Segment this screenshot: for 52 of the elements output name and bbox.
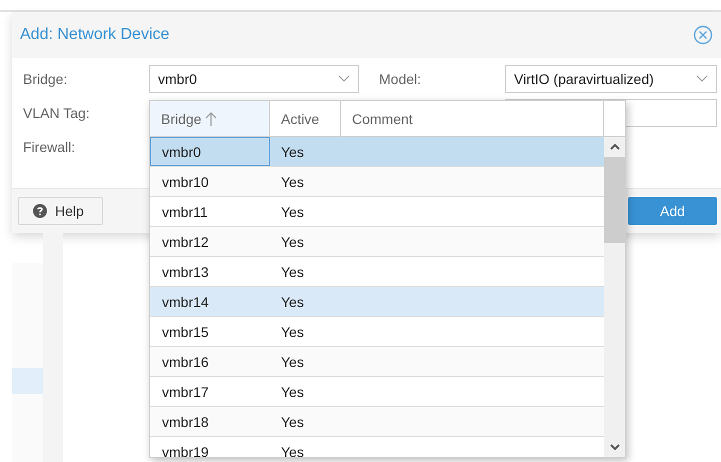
list-row[interactable]: vmbr12 Yes <box>150 227 604 257</box>
field-label: Model: <box>379 71 422 87</box>
field-label: Bridge: <box>23 71 68 87</box>
table-cell-text: vmbr15 <box>161 322 210 342</box>
close-icon[interactable] <box>693 25 713 45</box>
list-row[interactable]: vmbr11 Yes <box>150 197 604 227</box>
table-cell-text: Yes <box>280 144 304 160</box>
table-cell-text: Yes <box>280 264 304 280</box>
scroll-down-icon[interactable] <box>608 443 620 451</box>
column-header[interactable]: Active <box>270 101 341 136</box>
list-row[interactable]: vmbr0 Yes <box>150 137 604 167</box>
model-dropdown[interactable]: VirtIO (paravirtualized) <box>505 65 717 93</box>
column-header[interactable]: Comment <box>341 101 604 136</box>
list-row[interactable]: vmbr17 Yes <box>150 377 604 407</box>
list-row[interactable]: vmbr15 Yes <box>150 317 604 347</box>
table-cell-text: vmbr17 <box>161 382 210 402</box>
table-cell-text: Yes <box>280 234 304 250</box>
list-row[interactable]: vmbr18 Yes <box>150 407 604 437</box>
field-label: VLAN Tag: <box>23 105 91 121</box>
table-cell-text: Yes <box>280 204 304 220</box>
field-label: Firewall: <box>23 139 76 155</box>
table-cell-text: vmbr18 <box>161 412 210 432</box>
table-cell-text: Yes <box>280 414 304 430</box>
chevron-down-icon[interactable] <box>696 75 708 83</box>
help-button[interactable]: Help <box>18 197 103 225</box>
chevron-down-icon[interactable] <box>338 75 350 83</box>
list-row[interactable]: vmbr10 Yes <box>150 167 604 197</box>
table-cell-text: vmbr14 <box>161 292 210 312</box>
table-cell-text: vmbr10 <box>161 172 210 192</box>
list-row[interactable]: vmbr13 Yes <box>150 257 604 287</box>
table-cell-text: Yes <box>280 174 304 190</box>
column-header[interactable]: Bridge <box>150 101 270 136</box>
help-icon <box>33 204 47 218</box>
table-cell-text: Yes <box>280 384 304 400</box>
bridge-dropdown[interactable]: vmbr0 <box>149 65 359 93</box>
table-cell-text: vmbr19 <box>161 442 210 457</box>
table-cell-text: Yes <box>280 324 304 340</box>
table-cell: vmbr0 <box>150 137 270 166</box>
table-cell-text: Yes <box>280 444 304 457</box>
table-cell-text: vmbr13 <box>161 262 210 282</box>
list-row[interactable]: vmbr19 Yes <box>150 437 604 457</box>
table-cell-text: Yes <box>280 294 304 310</box>
list-row[interactable]: vmbr14 Yes <box>150 287 604 317</box>
table-cell-text: vmbr16 <box>161 352 210 372</box>
table-cell-text: Yes <box>280 354 304 370</box>
sort-arrow-icon <box>205 110 218 126</box>
table-cell-text: vmbr12 <box>161 232 210 252</box>
dialog-title: Add: Network Device <box>20 26 170 44</box>
list-row[interactable]: vmbr16 Yes <box>150 347 604 377</box>
scroll-up-icon[interactable] <box>608 143 620 151</box>
table-cell-text: vmbr11 <box>161 202 209 222</box>
scrollbar[interactable] <box>604 137 625 457</box>
